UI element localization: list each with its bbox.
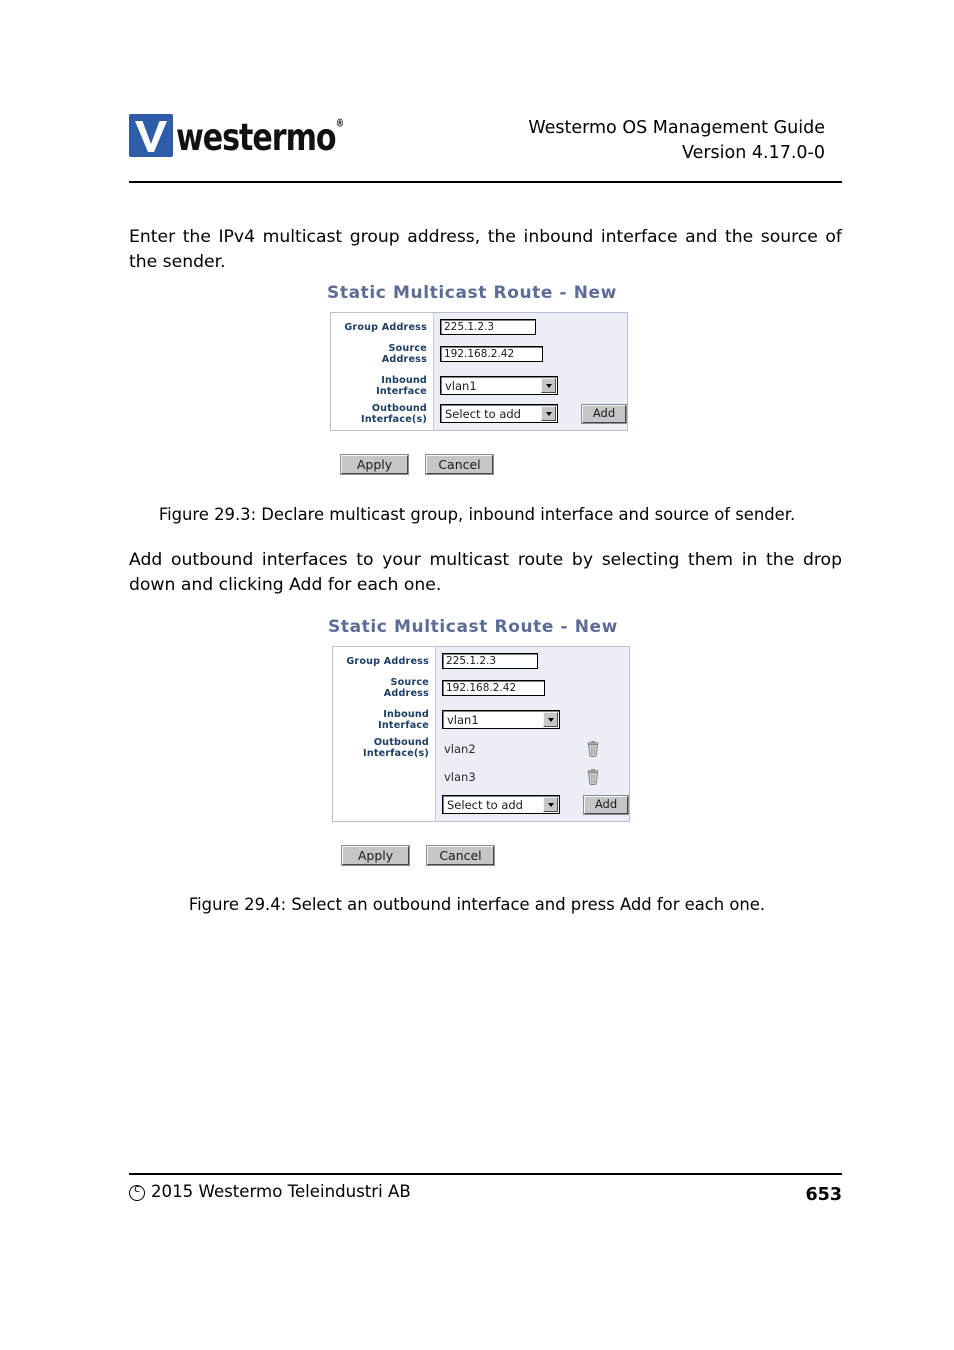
header-title-line-1: Westermo OS Management Guide [528,118,825,138]
chevron-down-icon[interactable] [541,378,556,393]
form-field-column: 225.1.2.3 192.168.2.42 vlan1 vlan2 vlan3… [436,647,634,821]
outbound-interface-value: Select to add [445,406,521,421]
header-title-line-2: Version 4.17.0-0 [681,143,825,163]
form-field-column: 225.1.2.3 192.168.2.42 vlan1 Select to a… [434,313,632,430]
page-header: westermo ® Westermo OS Management Guide V… [129,108,825,170]
label-outbound-line-2: Interface(s) [361,413,427,425]
label-outbound-interfaces: Outbound Interface(s) [363,737,429,759]
outbound-interface-name: vlan3 [444,770,476,784]
label-inbound-line-2: Interface [376,385,427,397]
outbound-interface-select[interactable]: Select to add [440,404,558,423]
label-outbound-interfaces: Outbound Interface(s) [361,403,427,425]
form-action-buttons: Apply Cancel [341,845,630,866]
chevron-down-icon[interactable] [543,797,558,812]
group-address-input[interactable]: 225.1.2.3 [442,653,538,669]
apply-button[interactable]: Apply [341,845,410,866]
group-address-input[interactable]: 225.1.2.3 [440,319,536,335]
header-document-title: Westermo OS Management Guide Version 4.1… [528,116,825,166]
label-source-address-line-2: Address [381,354,427,365]
inbound-interface-value: vlan1 [445,378,477,393]
intro-paragraph: Enter the IPv4 multicast group address, … [129,227,842,272]
chevron-down-icon[interactable] [543,712,558,727]
label-inbound-line-2: Interface [378,719,429,731]
figure-29-3-screenshot: Static Multicast Route - New Group Addre… [327,283,628,475]
westermo-wordmark: westermo ® [176,114,345,160]
label-source-address-line-2: Address [383,688,429,699]
footer-divider [129,1173,842,1175]
cancel-button[interactable]: Cancel [425,454,494,475]
copyright-icon [129,1182,145,1201]
figure-29-4-caption: Figure 29.4: Select an outbound interfac… [188,895,766,914]
inbound-interface-value: vlan1 [447,712,479,727]
label-outbound-line-1: Outbound [373,736,429,748]
outbound-interface-row: vlan2 [442,735,628,763]
outbound-paragraph: Add outbound interfaces to your multicas… [129,550,842,595]
inbound-interface-select[interactable]: vlan1 [440,376,558,395]
figure-29-4-screenshot: Static Multicast Route - New Group Addre… [328,617,630,866]
outbound-interface-select[interactable]: Select to add [442,795,560,814]
document-page: westermo ® Westermo OS Management Guide V… [0,0,954,1350]
label-source-address: Source Address [384,677,429,699]
footer-copyright: 2015 Westermo Teleindustri AB [129,1182,411,1201]
label-inbound-interface: Inbound Interface [378,709,429,731]
form-label-column: Group Address Source Address Inbound Int… [333,647,436,821]
add-button[interactable]: Add [581,403,627,424]
static-multicast-route-form: Group Address Source Address Inbound Int… [330,312,628,431]
label-source-address: Source Address [382,343,427,365]
label-outbound-line-2: Interface(s) [363,747,429,759]
inbound-interface-select[interactable]: vlan1 [442,710,560,729]
label-source-address-line-1: Source [390,677,429,688]
page-footer: 2015 Westermo Teleindustri AB 653 [129,1182,842,1205]
label-inbound-line-1: Inbound [381,374,427,386]
form-label-column: Group Address Source Address Inbound Int… [331,313,434,430]
outbound-interface-row: vlan3 [442,763,628,791]
add-button[interactable]: Add [583,794,629,815]
label-inbound-interface: Inbound Interface [376,375,427,397]
header-divider [129,181,842,183]
registered-trademark-icon: ® [335,118,345,130]
label-group-address: Group Address [344,321,427,333]
label-group-address: Group Address [346,655,429,667]
outbound-interface-value: Select to add [447,797,523,812]
label-inbound-line-1: Inbound [383,708,429,720]
page-number: 653 [805,1184,842,1205]
form-action-buttons: Apply Cancel [340,454,628,475]
trash-icon[interactable] [586,768,600,786]
figure-29-3-caption: Figure 29.3: Declare multicast group, in… [158,505,796,524]
chevron-down-icon[interactable] [541,406,556,421]
apply-button[interactable]: Apply [340,454,409,475]
westermo-w-logo-icon [129,114,173,157]
outbound-interface-name: vlan2 [444,742,476,756]
footer-copyright-text: 2015 Westermo Teleindustri AB [151,1182,411,1201]
static-multicast-route-form: Group Address Source Address Inbound Int… [332,646,630,822]
widget-title: Static Multicast Route - New [328,617,618,637]
cancel-button[interactable]: Cancel [426,845,495,866]
source-address-input[interactable]: 192.168.2.42 [440,346,543,362]
source-address-input[interactable]: 192.168.2.42 [442,680,545,696]
label-outbound-line-1: Outbound [371,402,427,414]
westermo-logo: westermo ® [129,114,372,160]
widget-title: Static Multicast Route - New [327,283,617,303]
trash-icon[interactable] [586,740,600,758]
label-source-address-line-1: Source [388,343,427,354]
logo-word-text: westermo [176,117,337,160]
